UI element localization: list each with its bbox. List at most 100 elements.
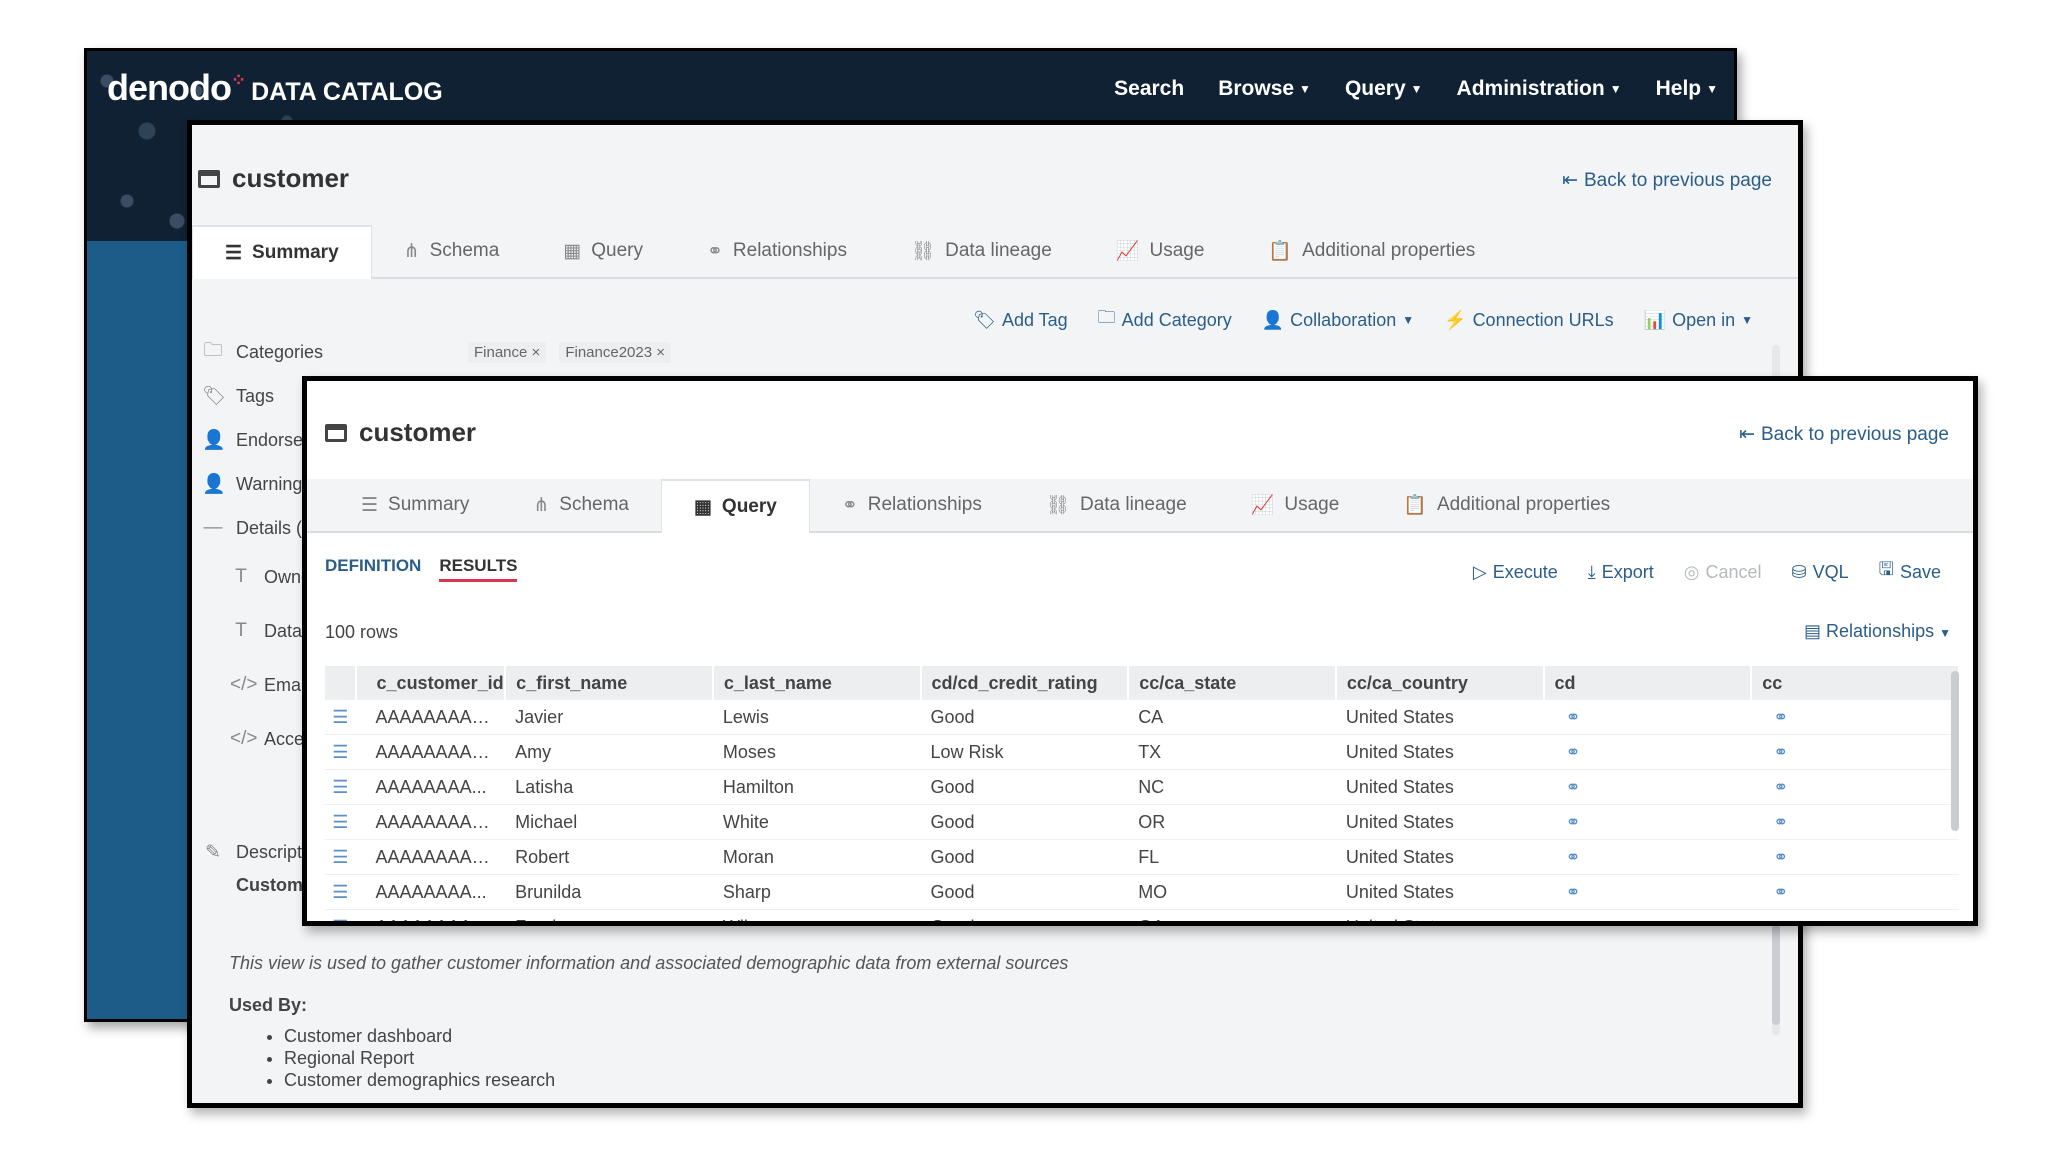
relationship-link-icon[interactable]: ⚭	[1751, 839, 1959, 875]
add-category-button[interactable]: 🗀 Add Category	[1098, 305, 1232, 335]
column-header[interactable]: cd/cd_credit_rating	[920, 666, 1130, 700]
grid-icon: ▦	[693, 496, 712, 518]
tab-relationships[interactable]: ⚭ Relationships	[810, 479, 1014, 531]
table-row[interactable]: ☰ AAAAAAAA... Brunilda Sharp Good MO United St…	[325, 874, 1959, 910]
table-cell: Good	[920, 804, 1129, 840]
column-header[interactable]: cc	[1751, 666, 1960, 700]
relationship-link-icon[interactable]: ⚭	[1751, 874, 1959, 910]
table-cell: Good	[920, 909, 1129, 921]
table-cell: Fonda	[505, 909, 713, 921]
category-chip[interactable]: Finance2023 ×	[559, 342, 671, 363]
table-cell: Hamilton	[712, 769, 921, 805]
execute-button[interactable]: ▷ Execute	[1473, 562, 1558, 583]
denodo-logo[interactable]: denodo⁘ DATA CATALOG	[107, 67, 443, 109]
row-detail-icon[interactable]: ☰	[325, 874, 356, 910]
table-row[interactable]: ☰ AAAAAAAAE... Michael White Good OR United St…	[325, 804, 1959, 840]
tab-relationships[interactable]: ⚭ Relationships	[675, 225, 879, 277]
nav-item-browse[interactable]: Browse ▼	[1218, 77, 1311, 101]
relationship-link-icon[interactable]: ⚭	[1751, 700, 1959, 735]
logo-spark-icon: ⁘	[230, 70, 246, 90]
plug-icon: ⚡	[1444, 309, 1467, 330]
tab-schema[interactable]: ⋔ Schema	[501, 479, 661, 531]
connection-urls-button[interactable]: ⚡ Connection URLs	[1444, 310, 1614, 331]
row-detail-icon[interactable]: ☰	[325, 769, 356, 805]
table-cell: Good	[920, 700, 1129, 735]
relationship-link-icon[interactable]: ⚭	[1543, 874, 1752, 910]
relationship-link-icon[interactable]: ⚭	[1543, 804, 1752, 840]
tab-usage[interactable]: 📈 Usage	[1219, 479, 1372, 531]
tab-summary[interactable]: ☰ Summary	[192, 225, 372, 279]
relationship-link-icon[interactable]: ⚭	[1543, 734, 1752, 770]
collaboration-dropdown[interactable]: 👤 Collaboration ▼	[1262, 310, 1414, 331]
used-by-list: Customer dashboard Regional Report Custo…	[229, 1025, 555, 1091]
page-title: customer	[198, 163, 349, 194]
grid-icon: ▦	[563, 240, 582, 262]
column-header[interactable]: c_first_name	[505, 666, 714, 700]
table-row[interactable]: ☰AAAAAAAA...FondaWilesGoodGAUnited State…	[325, 909, 1959, 921]
save-button[interactable]: 🖫 Save	[1879, 557, 1941, 587]
table-row[interactable]: ☰ AAAAAAAAB... Javier Lewis Good CA United Sta…	[325, 700, 1959, 735]
relationship-link-icon[interactable]: ⚭	[1751, 769, 1959, 805]
tab-label: Summary	[252, 242, 339, 263]
column-header[interactable]: cd	[1543, 666, 1753, 700]
table-row[interactable]: ☰ AAAAAAAAC... Amy Moses Low Risk TX United St…	[325, 734, 1959, 770]
scrollbar-thumb[interactable]	[1772, 925, 1780, 1025]
relationship-link-icon[interactable]: ⚭	[1751, 804, 1959, 840]
table-row[interactable]: ☰ AAAAAAAA... Latisha Hamilton Good NC United …	[325, 769, 1959, 805]
table-scrollbar-thumb[interactable]	[1951, 671, 1959, 831]
row-detail-icon[interactable]: ☰	[325, 700, 356, 735]
nav-item-help[interactable]: Help ▼	[1656, 77, 1718, 101]
tab-usage[interactable]: 📈 Usage	[1084, 225, 1237, 277]
nav-label: Query	[1344, 77, 1406, 100]
nav-item-search[interactable]: Search	[1114, 77, 1184, 101]
table-cell: Good	[920, 839, 1129, 875]
nav-label: Browse	[1218, 77, 1295, 100]
table-cell: AAAAAAAA...	[355, 769, 506, 805]
back-to-previous-link[interactable]: ⇤ Back to previous page	[1739, 423, 1949, 446]
nav-item-administration[interactable]: Administration ▼	[1457, 77, 1622, 101]
tab-data-lineage[interactable]: ⛓ Data lineage	[1014, 479, 1219, 531]
tab-query[interactable]: ▦ Query	[660, 479, 810, 533]
column-header[interactable]: c_customer_id	[355, 666, 507, 700]
definition-tab[interactable]: DEFINITION	[325, 556, 421, 582]
open-in-dropdown[interactable]: 📊 Open in ▼	[1644, 310, 1753, 331]
tab-label: Schema	[559, 494, 629, 515]
export-button[interactable]: ⤓ Export	[1588, 562, 1654, 583]
back-to-previous-link[interactable]: ⇤ Back to previous page	[1562, 169, 1772, 192]
tab-additional-properties[interactable]: 📋 Additional properties	[1371, 479, 1642, 531]
vql-button[interactable]: ⛁ VQL	[1792, 562, 1849, 583]
tab-schema[interactable]: ⋔ Schema	[372, 225, 532, 277]
column-header[interactable]: cc/ca_state	[1128, 666, 1337, 700]
table-row[interactable]: ☰ AAAAAAAAF... Robert Moran Good FL United Sta…	[325, 839, 1959, 875]
row-detail-icon[interactable]: ☰	[325, 909, 356, 921]
caret-down-icon: ▼	[1410, 82, 1423, 97]
caret-down-icon: ▼	[1741, 313, 1753, 327]
caret-down-icon: ▼	[1939, 626, 1951, 640]
table-cell: CA	[1128, 700, 1336, 735]
relationship-link-icon[interactable]: ⚭	[1543, 909, 1752, 921]
tab-additional-properties[interactable]: 📋 Additional properties	[1236, 225, 1507, 277]
tab-query[interactable]: ▦ Query	[531, 225, 675, 277]
relationship-link-icon[interactable]: ⚭	[1543, 769, 1752, 805]
schema-icon: ⋔	[403, 240, 420, 262]
category-chip[interactable]: Finance ×	[468, 342, 547, 363]
relationship-link-icon[interactable]: ⚭	[1543, 839, 1752, 875]
nav-item-query[interactable]: Query ▼	[1345, 77, 1423, 101]
tab-data-lineage[interactable]: ⛓ Data lineage	[879, 225, 1084, 277]
tab-summary[interactable]: ☰ Summary	[329, 479, 501, 531]
row-detail-icon[interactable]: ☰	[325, 839, 356, 875]
results-tab[interactable]: RESULTS	[439, 556, 518, 582]
relationship-link-icon[interactable]: ⚭	[1543, 700, 1752, 735]
relationship-link-icon[interactable]: ⚭	[1751, 909, 1959, 921]
column-header[interactable]: cc/ca_country	[1335, 666, 1545, 700]
cancel-button[interactable]: ◎ Cancel	[1684, 562, 1762, 583]
row-detail-icon[interactable]: ☰	[325, 734, 356, 770]
list-item: Customer demographics research	[284, 1069, 555, 1091]
tab-label: Schema	[429, 240, 500, 261]
relationships-dropdown[interactable]: ▤ Relationships ▼	[1804, 621, 1951, 642]
category-chips: Finance × Finance2023 ×	[468, 341, 679, 363]
add-tag-button[interactable]: 🏷 Add Tag	[973, 310, 1068, 331]
relationship-link-icon[interactable]: ⚭	[1751, 734, 1959, 770]
column-header[interactable]: c_last_name	[712, 666, 922, 700]
row-detail-icon[interactable]: ☰	[325, 804, 356, 840]
